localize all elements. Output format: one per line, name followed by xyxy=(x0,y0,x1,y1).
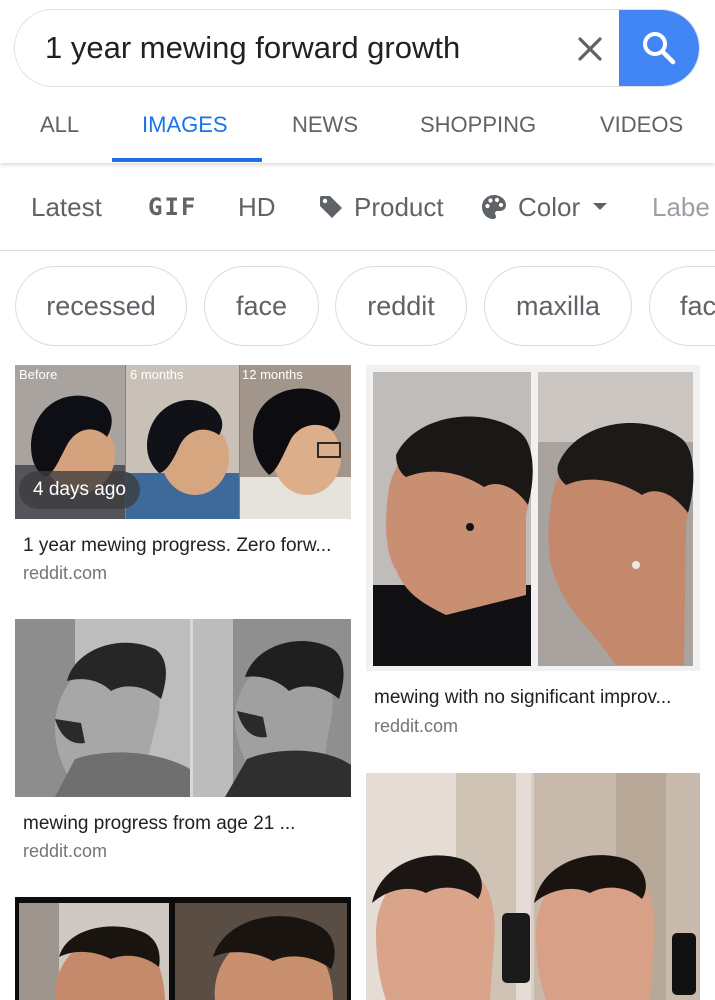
filter-label: Product xyxy=(354,191,444,222)
filter-label: HD xyxy=(238,191,276,222)
clear-search-button[interactable] xyxy=(563,22,617,76)
filter-label: Color xyxy=(518,191,581,222)
search-button[interactable] xyxy=(619,10,699,86)
filter-label: GIF xyxy=(148,193,198,221)
result-thumbnail xyxy=(366,365,700,671)
palette-icon xyxy=(480,193,508,221)
search-input[interactable] xyxy=(45,10,545,86)
filter-gif[interactable]: GIF xyxy=(148,163,198,250)
image-result-3[interactable]: mewing progress from age 21 ... reddit.c… xyxy=(15,619,351,869)
chip-fac[interactable]: fac xyxy=(649,266,715,346)
active-tab-indicator xyxy=(112,158,262,162)
filter-label: Labe xyxy=(652,191,710,222)
related-search-chips: recessed face reddit maxilla fac xyxy=(0,266,715,346)
tag-icon xyxy=(318,194,344,220)
search-tabs: ALL IMAGES NEWS SHOPPING VIDEOS xyxy=(0,96,715,163)
result-title: mewing with no significant improv... xyxy=(374,687,672,708)
dropdown-arrow-icon xyxy=(592,202,608,212)
filter-product[interactable]: Product xyxy=(318,163,444,250)
search-header: ALL IMAGES NEWS SHOPPING VIDEOS xyxy=(0,0,715,163)
chip-maxilla[interactable]: maxilla xyxy=(484,266,632,346)
search-bar[interactable] xyxy=(14,9,700,87)
image-result-5[interactable] xyxy=(366,773,700,1000)
result-source: reddit.com xyxy=(23,841,108,861)
chip-recessed[interactable]: recessed xyxy=(15,266,187,346)
result-thumbnail: Before 6 months 12 months 4 days ago xyxy=(15,365,351,519)
panel-label: 6 months xyxy=(130,367,184,382)
filter-color[interactable]: Color xyxy=(480,163,608,250)
filter-hd[interactable]: HD xyxy=(238,163,276,250)
tab-news[interactable]: NEWS xyxy=(292,96,358,163)
image-result-1[interactable]: Before 6 months 12 months 4 days ago 1 y… xyxy=(15,365,351,590)
close-icon xyxy=(578,37,602,61)
tab-images[interactable]: IMAGES xyxy=(142,96,228,163)
tab-videos[interactable]: VIDEOS xyxy=(600,96,683,163)
filter-label: Latest xyxy=(31,191,102,222)
time-badge: 4 days ago xyxy=(19,471,140,509)
google-image-search-page: ALL IMAGES NEWS SHOPPING VIDEOS Latest G… xyxy=(0,0,715,1000)
panel-label: Before xyxy=(19,367,58,382)
chip-reddit[interactable]: reddit xyxy=(335,266,467,346)
image-result-4[interactable] xyxy=(15,897,351,1000)
result-thumbnail xyxy=(15,619,351,797)
result-thumbnail xyxy=(366,773,700,1000)
result-source: reddit.com xyxy=(374,716,459,736)
image-result-2[interactable]: mewing with no significant improv... red… xyxy=(366,365,700,745)
panel-label: 12 months xyxy=(242,367,303,382)
tab-all[interactable]: ALL xyxy=(40,96,79,163)
search-icon xyxy=(643,32,676,65)
result-source: reddit.com xyxy=(23,563,108,583)
chip-face[interactable]: face xyxy=(204,266,319,346)
filter-latest[interactable]: Latest xyxy=(31,163,102,250)
result-thumbnail xyxy=(15,897,351,1000)
tab-shopping[interactable]: SHOPPING xyxy=(420,96,536,163)
image-filter-bar: Latest GIF HD Product Color Labe xyxy=(0,163,715,251)
result-title: 1 year mewing progress. Zero forw... xyxy=(23,535,332,556)
filter-label-overflow[interactable]: Labe xyxy=(652,163,710,250)
result-title: mewing progress from age 21 ... xyxy=(23,813,296,834)
